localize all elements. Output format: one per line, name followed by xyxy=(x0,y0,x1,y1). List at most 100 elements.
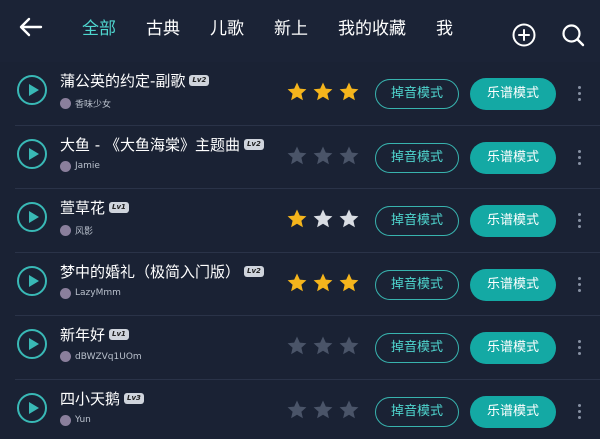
avatar xyxy=(60,287,71,299)
play-icon[interactable] xyxy=(17,392,47,423)
more-options-icon[interactable] xyxy=(575,402,583,422)
tab-children[interactable]: 儿歌 xyxy=(195,14,259,44)
sheet-mode-button[interactable]: 乐谱模式 xyxy=(470,395,556,428)
level-badge: Lv3 xyxy=(124,392,144,404)
star-icon xyxy=(287,336,307,355)
more-options-icon[interactable] xyxy=(575,211,583,231)
sheet-mode-button[interactable]: 乐谱模式 xyxy=(470,78,556,110)
tap-mode-button[interactable]: 掉音模式 xyxy=(375,269,459,300)
star-icon xyxy=(313,146,333,164)
play-icon[interactable] xyxy=(17,329,47,359)
author-name: 风影 xyxy=(75,227,94,237)
star-icon xyxy=(339,82,359,101)
search-icon[interactable] xyxy=(560,22,586,48)
level-badge: Lv2 xyxy=(244,265,264,277)
song-title-line: 蒲公英的约定-副歌 Lv2 xyxy=(60,70,210,91)
tab-all[interactable]: 全部 xyxy=(78,14,131,44)
app-screen: 全部 古典 儿歌 新上 我的收藏 我 蒲公英的约定-副歌 Lv2 香味少女 掉音… xyxy=(0,0,600,439)
more-options-icon[interactable] xyxy=(575,84,583,104)
difficulty-stars xyxy=(286,208,364,230)
star-icon xyxy=(313,336,333,355)
song-title: 新年好 xyxy=(60,326,106,344)
category-tabs: 全部 古典 儿歌 新上 我的收藏 我 xyxy=(78,14,468,44)
author-line: dBWZVq1UOm xyxy=(60,351,142,362)
play-icon[interactable] xyxy=(17,265,47,296)
author-name: Yun xyxy=(75,415,91,425)
level-badge: Lv1 xyxy=(109,329,129,340)
star-icon xyxy=(287,82,307,101)
star-icon xyxy=(339,273,359,291)
level-badge: Lv2 xyxy=(189,75,210,86)
level-badge: Lv2 xyxy=(243,138,264,150)
song-row: 萱草花 Lv1 风影 掉音模式 乐谱模式 xyxy=(0,189,600,253)
author-line: 香味少女 xyxy=(60,97,111,110)
song-title: 四小天鹅 xyxy=(60,389,121,408)
author-line: 风影 xyxy=(60,224,93,237)
song-title-line: 梦中的婚礼（极简入门版） Lv2 xyxy=(60,261,264,282)
star-icon xyxy=(313,400,333,418)
tap-mode-button[interactable]: 掉音模式 xyxy=(375,206,459,236)
star-icon xyxy=(287,400,307,418)
level-badge: Lv1 xyxy=(109,202,129,213)
difficulty-stars xyxy=(286,399,364,421)
author-line: Jamie xyxy=(60,160,100,172)
avatar xyxy=(60,225,71,236)
song-title-line: 四小天鹅 Lv3 xyxy=(60,388,144,409)
star-icon xyxy=(339,146,359,164)
tap-mode-button[interactable]: 掉音模式 xyxy=(375,79,459,109)
star-icon xyxy=(313,82,333,101)
star-icon xyxy=(313,273,333,291)
more-options-icon[interactable] xyxy=(575,275,583,295)
tab-favorites[interactable]: 我的收藏 xyxy=(323,14,421,44)
song-title: 梦中的婚礼（极简入门版） xyxy=(60,262,241,281)
author-line: LazyMmm xyxy=(60,287,121,299)
song-title: 蒲公英的约定-副歌 xyxy=(60,72,186,90)
tap-mode-button[interactable]: 掉音模式 xyxy=(375,396,459,427)
avatar xyxy=(60,414,71,426)
top-bar: 全部 古典 儿歌 新上 我的收藏 我 xyxy=(0,0,600,62)
song-row: 四小天鹅 Lv3 Yun 掉音模式 乐谱模式 xyxy=(0,380,600,439)
difficulty-stars xyxy=(286,145,364,167)
author-name: dBWZVq1UOm xyxy=(75,351,142,362)
tab-classical[interactable]: 古典 xyxy=(131,14,195,44)
star-icon xyxy=(339,400,359,418)
difficulty-stars xyxy=(286,272,364,294)
song-row: 蒲公英的约定-副歌 Lv2 香味少女 掉音模式 乐谱模式 xyxy=(0,62,600,126)
song-title-line: 大鱼 - 《大鱼海棠》主题曲 Lv2 xyxy=(60,134,264,155)
more-options-icon[interactable] xyxy=(575,148,583,168)
tab-new[interactable]: 新上 xyxy=(259,14,323,44)
sheet-mode-button[interactable]: 乐谱模式 xyxy=(470,205,556,237)
tap-mode-button[interactable]: 掉音模式 xyxy=(375,333,459,363)
author-name: 香味少女 xyxy=(75,100,112,110)
sheet-mode-button[interactable]: 乐谱模式 xyxy=(470,141,556,174)
song-title: 大鱼 - 《大鱼海棠》主题曲 xyxy=(60,135,240,154)
author-name: LazyMmm xyxy=(75,288,121,298)
difficulty-stars xyxy=(286,81,364,103)
avatar xyxy=(60,98,71,109)
more-options-icon[interactable] xyxy=(575,338,583,358)
sheet-mode-button[interactable]: 乐谱模式 xyxy=(470,332,556,364)
song-title-line: 萱草花 Lv1 xyxy=(60,197,129,218)
tab-fade-overlay xyxy=(470,0,510,62)
star-icon xyxy=(287,209,307,228)
avatar xyxy=(60,160,71,172)
star-icon xyxy=(287,273,307,291)
play-icon[interactable] xyxy=(17,138,47,169)
star-icon xyxy=(313,209,333,228)
play-icon[interactable] xyxy=(17,202,47,232)
tap-mode-button[interactable]: 掉音模式 xyxy=(375,142,459,173)
song-title-line: 新年好 Lv1 xyxy=(60,324,129,345)
tab-mine[interactable]: 我 xyxy=(421,14,468,44)
back-arrow-icon[interactable] xyxy=(16,14,46,40)
star-icon xyxy=(339,336,359,355)
play-icon[interactable] xyxy=(17,75,47,105)
author-name: Jamie xyxy=(75,161,100,171)
star-icon xyxy=(339,209,359,228)
sheet-mode-button[interactable]: 乐谱模式 xyxy=(470,268,556,301)
song-row: 梦中的婚礼（极简入门版） Lv2 LazyMmm 掉音模式 乐谱模式 xyxy=(0,253,600,317)
avatar xyxy=(60,351,71,362)
add-icon[interactable] xyxy=(511,22,537,48)
song-title: 萱草花 xyxy=(60,199,106,217)
song-list: 蒲公英的约定-副歌 Lv2 香味少女 掉音模式 乐谱模式 大鱼 - 《大鱼海棠》… xyxy=(0,62,600,439)
song-row: 大鱼 - 《大鱼海棠》主题曲 Lv2 Jamie 掉音模式 乐谱模式 xyxy=(0,126,600,190)
